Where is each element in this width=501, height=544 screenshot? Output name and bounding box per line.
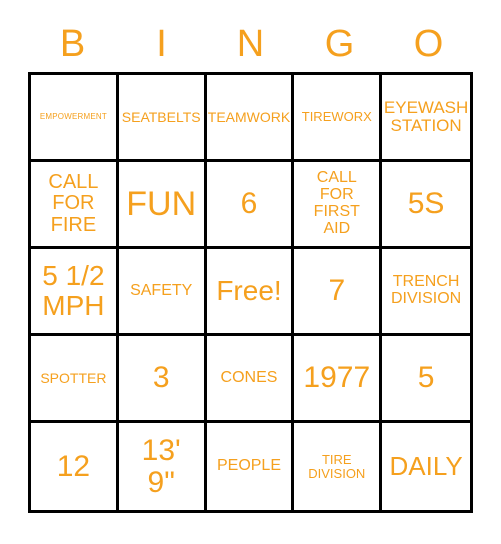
bingo-cell-r3c4[interactable]: 7 [294, 249, 383, 336]
bingo-cell-r2c1[interactable]: CALL FOR FIRE [31, 162, 119, 249]
bingo-cell-r4c3[interactable]: CONES [206, 336, 295, 423]
bingo-cell-label: EYEWASH STATION [383, 97, 469, 135]
header-letter-g: G [324, 23, 355, 65]
bingo-cell-r4c4[interactable]: 1977 [294, 336, 383, 423]
bingo-cell-label: 5S [407, 187, 445, 221]
bingo-cell-r1c2[interactable]: SEATBELTS [118, 75, 207, 162]
bingo-cell-label: CALL FOR FIRST AID [313, 169, 360, 237]
bingo-cell-label: 7 [328, 274, 346, 308]
bingo-cell-r5c3[interactable]: PEOPLE [206, 423, 295, 510]
bingo-card: B I N G O EMPOWERMENT SEATBELTS TEAMWORK… [0, 0, 501, 544]
bingo-cell-label: 3 [152, 361, 170, 395]
header-letter-n: N [236, 23, 265, 65]
bingo-cell-label: 1977 [303, 361, 371, 395]
bingo-cell-label: EMPOWERMENT [39, 111, 107, 121]
bingo-cell-label: SEATBELTS [121, 108, 201, 125]
bingo-cell-label: DAILY [389, 450, 463, 481]
bingo-cell-r4c2[interactable]: 3 [118, 336, 207, 423]
bingo-cell-label: Free! [216, 275, 282, 307]
bingo-cell-r4c5[interactable]: 5 [382, 336, 470, 423]
bingo-header: B I N G O [28, 18, 473, 70]
bingo-cell-r1c4[interactable]: TIREWORX [294, 75, 383, 162]
header-letter-o: O [413, 23, 444, 65]
bingo-cell-label: FUN [126, 184, 197, 223]
bingo-cell-r2c2[interactable]: FUN [118, 162, 207, 249]
bingo-cell-label: SPOTTER [40, 369, 107, 386]
header-letter-b: B [59, 23, 86, 65]
bingo-cell-r1c3[interactable]: TEAMWORK [206, 75, 295, 162]
bingo-cell-label: CONES [220, 368, 278, 386]
bingo-cell-r3c1[interactable]: 5 1/2 MPH [31, 249, 119, 336]
bingo-cell-label: 5 1/2 MPH [42, 260, 105, 321]
bingo-cell-label: TIRE DIVISION [308, 451, 366, 481]
bingo-cell-r1c1[interactable]: EMPOWERMENT [31, 75, 119, 162]
bingo-cell-r5c2[interactable]: 13' 9" [118, 423, 207, 510]
bingo-cell-label: SAFETY [130, 281, 193, 299]
bingo-cell-label: PEOPLE [216, 457, 281, 475]
bingo-cell-label: 13' 9" [141, 433, 181, 499]
bingo-cell-label: CALL FOR FIRE [48, 171, 99, 236]
bingo-cell-r3c2[interactable]: SAFETY [118, 249, 207, 336]
bingo-cell-r5c1[interactable]: 12 [31, 423, 119, 510]
bingo-cell-label: 5 [417, 361, 435, 395]
bingo-cell-label: 12 [56, 449, 91, 483]
bingo-cell-r5c5[interactable]: DAILY [382, 423, 470, 510]
bingo-grid: EMPOWERMENT SEATBELTS TEAMWORK TIREWORX … [28, 72, 473, 513]
bingo-cell-r2c5[interactable]: 5S [382, 162, 470, 249]
bingo-cell-free-space[interactable]: Free! [206, 249, 295, 336]
header-letter-i: I [156, 23, 167, 65]
bingo-cell-r3c5[interactable]: TRENCH DIVISION [382, 249, 470, 336]
bingo-cell-label: TRENCH DIVISION [390, 273, 462, 307]
bingo-cell-label: 6 [240, 187, 258, 221]
bingo-cell-label: TIREWORX [301, 109, 372, 125]
bingo-cell-r4c1[interactable]: SPOTTER [31, 336, 119, 423]
bingo-cell-label: TEAMWORK [207, 108, 291, 125]
bingo-cell-r1c5[interactable]: EYEWASH STATION [382, 75, 470, 162]
bingo-cell-r2c3[interactable]: 6 [206, 162, 295, 249]
bingo-cell-r2c4[interactable]: CALL FOR FIRST AID [294, 162, 383, 249]
bingo-cell-r5c4[interactable]: TIRE DIVISION [294, 423, 383, 510]
